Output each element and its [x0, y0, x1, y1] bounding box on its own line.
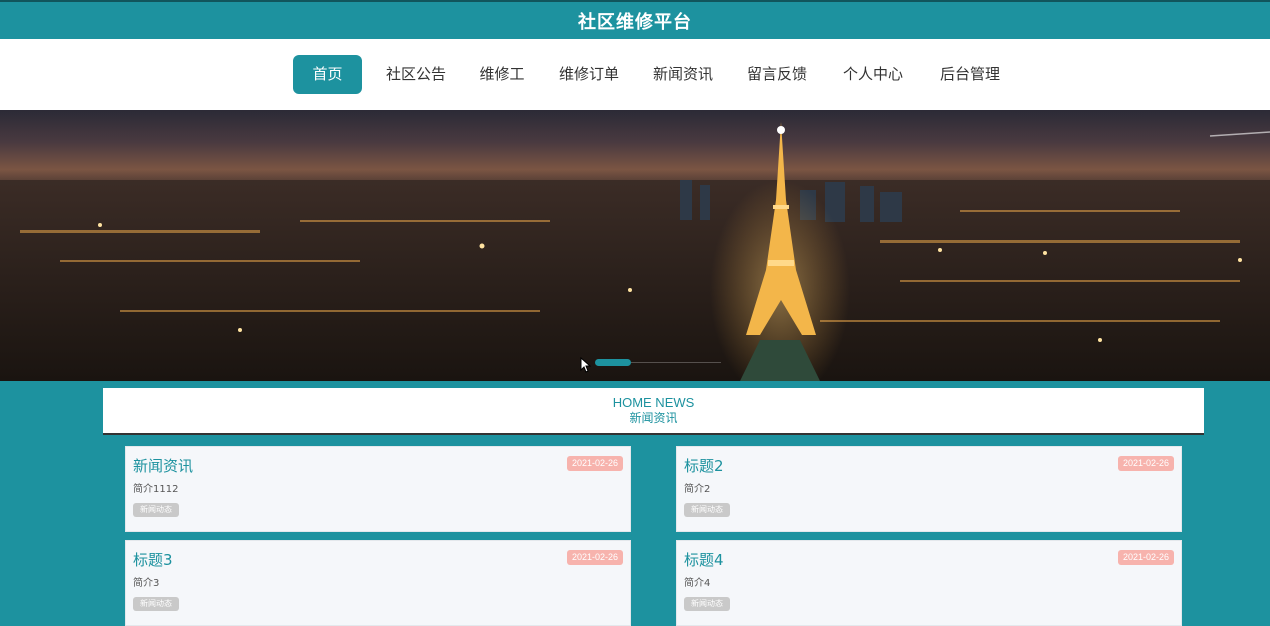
nav-item-announcements[interactable]: 社区公告: [377, 55, 455, 94]
news-card[interactable]: 新闻资讯 2021-02-26 简介1112 新闻动态: [125, 446, 631, 532]
news-section-title-cn: 新闻资讯: [629, 411, 678, 425]
news-card[interactable]: 标题2 2021-02-26 简介2 新闻动态: [676, 446, 1182, 532]
news-card-date: 2021-02-26: [566, 550, 623, 565]
carousel-indicator-active[interactable]: [595, 359, 631, 366]
nav-item-profile[interactable]: 个人中心: [834, 55, 912, 94]
news-card-desc: 简介1112: [133, 484, 179, 495]
city-night-image: [0, 122, 1270, 381]
site-header: 社区维修平台: [0, 0, 1270, 39]
news-card-date: 2021-02-26: [1117, 550, 1174, 565]
news-card-title[interactable]: 标题2: [684, 455, 724, 476]
news-card-tag: 新闻动态: [684, 597, 730, 611]
mouse-cursor-icon: [580, 357, 592, 373]
news-section-title-en: HOME NEWS: [612, 395, 695, 410]
news-card-tag: 新闻动态: [684, 503, 730, 517]
carousel-indicator-track: [631, 362, 721, 363]
news-card-desc: 简介2: [684, 484, 711, 495]
news-card-date: 2021-02-26: [1117, 456, 1174, 471]
carousel-banner[interactable]: [0, 110, 1270, 381]
nav-item-news[interactable]: 新闻资讯: [644, 55, 722, 94]
news-card[interactable]: 标题3 2021-02-26 简介3 新闻动态: [125, 540, 631, 626]
news-card-date: 2021-02-26: [566, 456, 623, 471]
news-card-title[interactable]: 标题3: [133, 549, 173, 570]
news-card-desc: 简介3: [133, 578, 160, 589]
news-card[interactable]: 标题4 2021-02-26 简介4 新闻动态: [676, 540, 1182, 626]
news-card-tag: 新闻动态: [133, 597, 179, 611]
news-card-title[interactable]: 新闻资讯: [133, 455, 193, 476]
nav-item-admin[interactable]: 后台管理: [931, 55, 1009, 94]
news-section-header: HOME NEWS 新闻资讯: [103, 388, 1204, 435]
news-card-tag: 新闻动态: [133, 503, 179, 517]
main-nav: 首页 社区公告 维修工 维修订单 新闻资讯 留言反馈 个人中心 后台管理: [0, 39, 1270, 110]
news-card-title[interactable]: 标题4: [684, 549, 724, 570]
nav-item-feedback[interactable]: 留言反馈: [738, 55, 816, 94]
nav-item-repairmen[interactable]: 维修工: [471, 55, 533, 94]
site-title: 社区维修平台: [578, 11, 692, 33]
nav-item-orders[interactable]: 维修订单: [550, 55, 628, 94]
news-card-desc: 简介4: [684, 578, 711, 589]
nav-item-home[interactable]: 首页: [293, 55, 362, 94]
